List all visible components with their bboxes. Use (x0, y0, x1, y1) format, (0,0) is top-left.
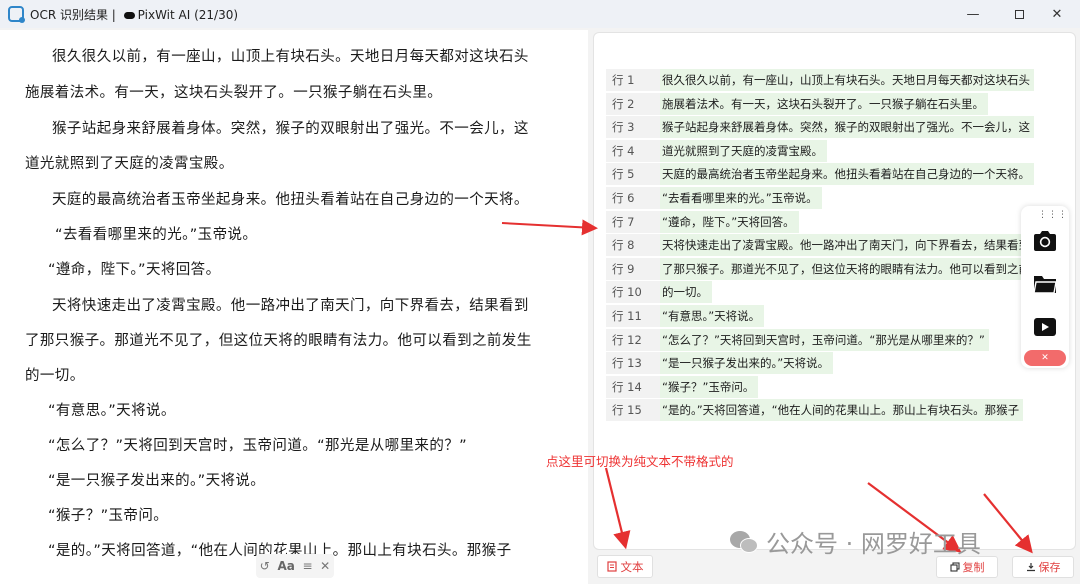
line-number: 行 11 (606, 305, 660, 327)
line-row[interactable]: 行 15 “是的。”天将回答道，“他在人间的花果山上。那山上有块石头。那猴子 (606, 399, 1024, 422)
copy-icon (949, 562, 960, 572)
line-text[interactable]: “怎么了？”天将回到天宫时，玉帝问道。“那光是从哪里来的？” (660, 328, 989, 351)
line-row[interactable]: 行 11 “有意思。”天将说。 (606, 305, 765, 327)
line-row[interactable]: 行 3 猴子站起身来舒展着身体。突然，猴子的双眼射出了强光。不一会儿，这 (606, 116, 1034, 139)
folder-icon (1033, 276, 1057, 294)
screenshot-button[interactable] (1027, 224, 1063, 258)
text-line: 的一切。 (25, 368, 85, 384)
line-text[interactable]: 天庭的最高统治者玉帝坐起身来。他扭头看着站在自己身边的一个天将。 (660, 163, 1034, 186)
camera-icon (1034, 231, 1056, 251)
cloud-icon (123, 11, 135, 19)
line-text[interactable]: 了那只猴子。那道光不见了，但这位天将的眼睛有法力。他可以看到之前发生 (660, 257, 1057, 280)
app-name-label: PixWit AI (21/30) (137, 7, 239, 22)
text-line: “有意思。”天将说。 (48, 403, 176, 419)
line-row[interactable]: 行 13 “是一只猴子发出来的。”天将说。 (606, 352, 834, 375)
line-row[interactable]: 行 9 了那只猴子。那道光不见了，但这位天将的眼睛有法力。他可以看到之前发生 (606, 257, 1057, 280)
line-text[interactable]: 猴子站起身来舒展着身体。突然，猴子的双眼射出了强光。不一会儿，这 (660, 116, 1034, 139)
save-label: 保存 (1038, 561, 1061, 574)
line-row[interactable]: 行 5 天庭的最高统治者玉帝坐起身来。他扭头看着站在自己身边的一个天将。 (606, 163, 1034, 186)
line-row[interactable]: 行 1 很久很久以前，有一座山，山顶上有块石头。天地日月每天都对这块石头 (606, 69, 1034, 91)
line-number: 行 15 (606, 399, 660, 422)
line-text[interactable]: 施展着法术。有一天，这块石头裂开了。一只猴子躺在石头里。 (660, 92, 988, 115)
line-row[interactable]: 行 10 的一切。 (606, 281, 712, 304)
maximize-icon (1014, 9, 1024, 19)
copy-button[interactable]: 复制 (936, 556, 998, 578)
text-line: “遵命，陛下。”天将回答。 (48, 262, 221, 278)
line-row[interactable]: 行 7 “遵命，陛下。”天将回答。 (606, 210, 799, 233)
line-text[interactable]: 天将快速走出了凌霄宝殿。他一路冲出了南天门，向下界看去，结果看到 (660, 234, 1034, 257)
video-icon (1034, 318, 1056, 336)
line-number: 行 10 (606, 281, 660, 304)
line-row[interactable]: 行 14 “猴子？”玉帝问。 (606, 375, 759, 398)
watermark: 公众号 · 网罗好工具 (730, 524, 981, 559)
line-number: 行 14 (606, 375, 660, 398)
line-row[interactable]: 行 2 施展着法术。有一天，这块石头裂开了。一只猴子躺在石头里。 (606, 92, 988, 115)
line-row[interactable]: 行 8 天将快速走出了凌霄宝殿。他一路冲出了南天门，向下界看去，结果看到 (606, 234, 1034, 257)
text-line: “怎么了？”天将回到天宫时，玉帝问道。“那光是从哪里来的？” (48, 438, 468, 454)
wechat-logo-icon (730, 529, 758, 555)
line-text[interactable]: “遵命，陛下。”天将回答。 (660, 210, 799, 233)
window-title-label: OCR 识别结果 | (30, 7, 120, 22)
text-line: 道光就照到了天庭的凌霄宝殿。 (25, 156, 234, 172)
text-line: “猴子？”玉帝问。 (48, 508, 169, 524)
line-row[interactable]: 行 6 “去看看哪里来的光。”玉帝说。 (606, 187, 822, 209)
ocr-app-icon (8, 6, 25, 23)
line-result-pane[interactable]: 行 1 很久很久以前，有一座山，山顶上有块石头。天地日月每天都对这块石头行 2 施展… (593, 32, 1076, 550)
line-text[interactable]: “有意思。”天将说。 (660, 305, 765, 327)
line-text[interactable]: “是的。”天将回答道，“他在人间的花果山上。那山上有块石头。那猴子 (660, 399, 1024, 422)
text-line: 天庭的最高统治者玉帝坐起身来。他扭头看着站在自己身边的一个天将。 (52, 192, 529, 208)
minimize-button[interactable]: — (950, 0, 996, 28)
line-number: 行 12 (606, 328, 660, 351)
save-button[interactable]: 保存 (1012, 556, 1074, 578)
copy-label: 复制 (962, 561, 985, 574)
line-text[interactable]: 的一切。 (660, 281, 712, 304)
line-row[interactable]: 行 12 “怎么了？”天将回到天宫时，玉帝问道。“那光是从哪里来的？” (606, 328, 989, 351)
line-number: 行 7 (606, 210, 660, 233)
line-number: 行 5 (606, 163, 660, 186)
plain-text-toggle-label: 文本 (620, 559, 644, 574)
line-number: 行 3 (606, 116, 660, 139)
text-line: 猴子站起身来舒展着身体。突然，猴子的双眼射出了强光。不一会儿，这 (52, 121, 529, 137)
line-number: 行 6 (606, 187, 660, 209)
reset-format-icon[interactable]: ↺ (260, 559, 270, 573)
line-number: 行 9 (606, 257, 660, 280)
close-button[interactable]: ✕ (1034, 0, 1080, 28)
line-number: 行 2 (606, 92, 660, 115)
text-line: “去看看哪里来的光。”玉帝说。 (55, 227, 258, 243)
line-number: 行 1 (606, 69, 660, 91)
window-title: OCR 识别结果 | PixWit AI (21/30) (30, 6, 238, 23)
capture-toolbar: ⋮⋮⋮ ✕ (1021, 206, 1069, 368)
drag-handle[interactable]: ⋮⋮⋮ (1038, 210, 1068, 220)
open-file-button[interactable] (1027, 267, 1063, 301)
text-format-toolbar: ↺ Aa ≡ ✕ (256, 554, 334, 578)
font-style-button[interactable]: Aa (277, 559, 294, 573)
text-line: “是一只猴子发出来的。”天将说。 (48, 473, 266, 489)
close-toolbar-icon[interactable]: ✕ (320, 559, 330, 573)
line-row[interactable]: 行 4 道光就照到了天庭的凌霄宝殿。 (606, 139, 827, 162)
watermark-text: 公众号 · 网罗好工具 (766, 530, 981, 558)
line-text[interactable]: “猴子？”玉帝问。 (660, 375, 759, 398)
line-text[interactable]: 很久很久以前，有一座山，山顶上有块石头。天地日月每天都对这块石头 (660, 69, 1034, 91)
text-line: 施展着法术。有一天，这块石头裂开了。一只猴子躺在石头里。 (25, 85, 443, 101)
line-text[interactable]: “是一只猴子发出来的。”天将说。 (660, 352, 834, 375)
text-line: 很久很久以前，有一座山，山顶上有块石头。天地日月每天都对这块石头 (52, 49, 529, 65)
font-size-icon[interactable]: ≡ (302, 559, 312, 573)
title-bar: OCR 识别结果 | PixWit AI (21/30) — ✕ (0, 0, 1080, 28)
line-text[interactable]: “去看看哪里来的光。”玉帝说。 (660, 187, 822, 209)
annotation-note: 点这里可切换为纯文本不带格式的 (546, 454, 734, 469)
text-line: 天将快速走出了凌霄宝殿。他一路冲出了南天门，向下界看去，结果看到 (52, 298, 529, 314)
text-icon (606, 561, 617, 572)
text-line: 了那只猴子。那道光不见了，但这位天将的眼睛有法力。他可以看到之前发生 (25, 333, 532, 349)
line-number: 行 8 (606, 234, 660, 257)
close-toolbar-button[interactable]: ✕ (1024, 350, 1066, 366)
record-video-button[interactable] (1027, 310, 1063, 344)
formatted-text-pane[interactable]: 很久很久以前，有一座山，山顶上有块石头。天地日月每天都对这块石头 施展着法术。有… (0, 30, 588, 584)
line-number: 行 4 (606, 139, 660, 162)
download-icon (1026, 563, 1035, 572)
line-number: 行 13 (606, 352, 660, 375)
line-text[interactable]: 道光就照到了天庭的凌霄宝殿。 (660, 139, 827, 162)
plain-text-toggle-button[interactable]: 文本 (597, 555, 653, 578)
